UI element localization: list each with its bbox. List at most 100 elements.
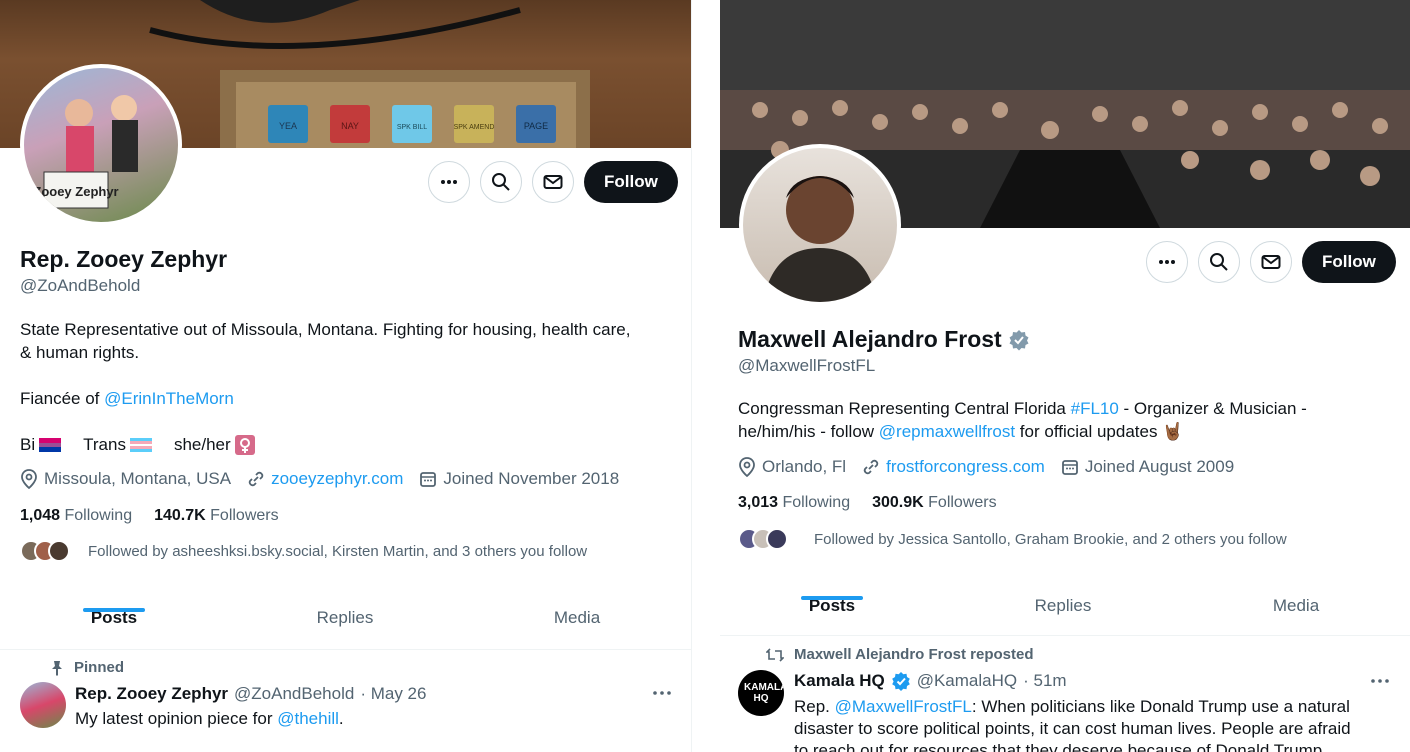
follow-button[interactable]: Follow bbox=[1302, 241, 1396, 283]
reposted-post[interactable]: Maxwell Alejandro Frost reposted KAMALA … bbox=[720, 636, 1410, 752]
more-button[interactable] bbox=[1146, 241, 1188, 283]
fiancee-prefix: Fiancée of bbox=[20, 389, 105, 408]
profile-panel-frost: Follow Maxwell Alejandro Frost @MaxwellF… bbox=[720, 0, 1410, 752]
fiancee-link[interactable]: @ErinInTheMorn bbox=[104, 389, 234, 408]
post-line-3: to reach out for resources that they des… bbox=[794, 741, 1323, 752]
bio-text: for official updates 🤘🏾 bbox=[1015, 422, 1184, 441]
followers-label: Followers bbox=[210, 507, 279, 524]
tab-posts[interactable]: Posts bbox=[0, 608, 228, 649]
bio-text: he/him/his - follow bbox=[738, 422, 879, 441]
verified-badge-icon bbox=[1009, 329, 1029, 350]
calendar-icon bbox=[1061, 460, 1078, 475]
followed-by[interactable]: Followed by Jessica Santollo, Graham Bro… bbox=[738, 528, 1287, 550]
post-header: Rep. Zooey Zephyr @ZoAndBehold · May 26 bbox=[75, 684, 426, 704]
verified-badge-icon bbox=[891, 672, 910, 691]
post-mention-link[interactable]: @thehill bbox=[277, 709, 339, 728]
post-header: Kamala HQ @KamalaHQ · 51m bbox=[794, 671, 1067, 691]
tab-posts[interactable]: Posts bbox=[720, 596, 944, 635]
tab-replies[interactable]: Replies bbox=[944, 596, 1182, 635]
following-count: 1,048 bbox=[20, 507, 61, 524]
followers-label: Followers bbox=[928, 494, 997, 511]
bio-mention-link[interactable]: @repmaxwellfrost bbox=[879, 422, 1015, 441]
mail-icon bbox=[543, 175, 563, 189]
profile-avatar[interactable] bbox=[739, 144, 901, 306]
pinned-post[interactable]: Pinned Rep. Zooey Zephyr @ZoAndBehold · … bbox=[0, 650, 691, 752]
message-button[interactable] bbox=[532, 161, 574, 203]
following-stat[interactable]: 1,048 Following bbox=[20, 507, 132, 525]
joined: Joined November 2018 bbox=[419, 469, 619, 489]
bio-text: - Organizer & Musician - bbox=[1118, 399, 1307, 418]
search-button[interactable] bbox=[1198, 241, 1240, 283]
followed-by-text: Followed by asheeshksi.bsky.social, Kirs… bbox=[88, 542, 588, 560]
bio-line-2: he/him/his - follow @repmaxwellfrost for… bbox=[738, 420, 1398, 443]
post-mention-link[interactable]: @MaxwellFrostFL bbox=[835, 697, 972, 716]
profile-actions: Follow bbox=[428, 161, 678, 203]
website: frostforcongress.com bbox=[862, 457, 1045, 477]
profile-bio: State Representative out of Missoula, Mo… bbox=[20, 318, 680, 456]
post-date[interactable]: · May 26 bbox=[360, 684, 426, 704]
post-author-handle[interactable]: @ZoAndBehold bbox=[234, 684, 354, 704]
identity-trans: Trans bbox=[83, 435, 126, 454]
avatar-photo bbox=[763, 176, 877, 302]
more-button[interactable] bbox=[428, 161, 470, 203]
bio-identity: Bi Trans she/her bbox=[20, 433, 680, 456]
post-avatar[interactable] bbox=[20, 682, 66, 728]
panel-gap bbox=[692, 0, 720, 752]
followers-count: 300.9K bbox=[872, 494, 924, 511]
post-text: Rep. @MaxwellFrostFL: When politicians l… bbox=[794, 696, 1400, 752]
following-label: Following bbox=[782, 494, 851, 511]
post-text-end: . bbox=[338, 709, 344, 728]
post-time[interactable]: · 51m bbox=[1023, 671, 1066, 691]
more-icon bbox=[1159, 260, 1175, 264]
tab-media[interactable]: Media bbox=[1182, 596, 1410, 635]
joined-text: Joined November 2018 bbox=[443, 469, 620, 488]
website-link[interactable]: frostforcongress.com bbox=[886, 457, 1045, 477]
post-more-button[interactable] bbox=[652, 682, 672, 703]
profile-avatar[interactable]: Zooey Zephyr bbox=[20, 64, 182, 226]
profile-meta: Orlando, Fl frostforcongress.com Joined … bbox=[738, 457, 1234, 477]
post-line-1: Rep. @MaxwellFrostFL: When politicians l… bbox=[794, 696, 1400, 718]
profile-name: Rep. Zooey Zephyr bbox=[20, 246, 227, 273]
following-stat[interactable]: 3,013 Following bbox=[738, 494, 850, 512]
bio-line-2: & human rights. bbox=[20, 343, 140, 362]
post-author-name[interactable]: Kamala HQ bbox=[794, 671, 885, 691]
followed-by[interactable]: Followed by asheeshksi.bsky.social, Kirs… bbox=[20, 540, 587, 562]
pinned-text: Pinned bbox=[74, 659, 125, 676]
post-more-button[interactable] bbox=[1370, 670, 1390, 691]
website-link[interactable]: zooeyzephyr.com bbox=[271, 469, 403, 489]
followed-by-avatars bbox=[20, 540, 70, 562]
female-sign-icon bbox=[234, 434, 255, 455]
profile-tabs: Posts Replies Media bbox=[720, 596, 1410, 636]
pinned-label: Pinned bbox=[50, 659, 124, 676]
followers-stat[interactable]: 300.9K Followers bbox=[872, 494, 997, 512]
message-button[interactable] bbox=[1250, 241, 1292, 283]
tab-replies[interactable]: Replies bbox=[228, 608, 462, 649]
follow-button[interactable]: Follow bbox=[584, 161, 678, 203]
post-author-name[interactable]: Rep. Zooey Zephyr bbox=[75, 684, 228, 704]
pin-icon bbox=[52, 660, 62, 676]
tab-media[interactable]: Media bbox=[462, 608, 691, 649]
bio-hashtag-link[interactable]: #FL10 bbox=[1071, 399, 1119, 418]
identity-bi: Bi bbox=[20, 435, 36, 454]
more-icon bbox=[441, 180, 457, 184]
search-button[interactable] bbox=[480, 161, 522, 203]
banner-label-spk-amend: SPK AMEND bbox=[454, 124, 495, 131]
followed-by-avatars bbox=[738, 528, 788, 550]
location-pin-icon bbox=[739, 457, 755, 477]
profile-handle: @MaxwellFrostFL bbox=[738, 356, 876, 375]
followers-count: 140.7K bbox=[154, 507, 206, 524]
link-icon bbox=[248, 471, 264, 487]
joined-text: Joined August 2009 bbox=[1084, 457, 1235, 476]
post-avatar[interactable]: KAMALA HQ bbox=[738, 670, 784, 716]
identity-pronouns: she/her bbox=[173, 435, 231, 454]
bio-line-1: State Representative out of Missoula, Mo… bbox=[20, 320, 631, 339]
bi-flag-icon bbox=[39, 437, 62, 452]
profile-tabs: Posts Replies Media bbox=[0, 608, 691, 650]
followers-stat[interactable]: 140.7K Followers bbox=[154, 507, 279, 525]
banner-label-nay: NAY bbox=[341, 121, 359, 131]
mail-icon bbox=[1261, 255, 1281, 269]
avatar-photo: Zooey Zephyr bbox=[33, 95, 138, 209]
post-text: My latest opinion piece for @thehill. bbox=[75, 708, 344, 730]
post-author-handle[interactable]: @KamalaHQ bbox=[917, 671, 1017, 691]
post-text-body: : When politicians like Donald Trump use… bbox=[971, 697, 1350, 716]
